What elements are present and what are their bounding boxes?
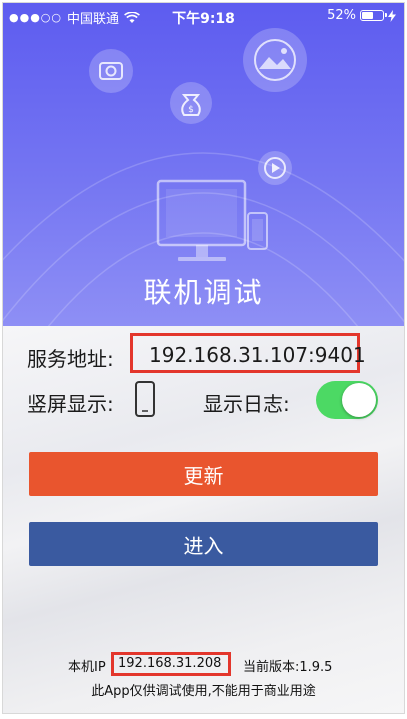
play-icon xyxy=(258,151,292,185)
monitor-icon xyxy=(156,179,247,261)
server-address-label: 服务地址: xyxy=(27,347,114,371)
camera-icon xyxy=(89,49,133,93)
battery-percent: 52% xyxy=(327,8,356,23)
server-address-value[interactable]: 192.168.31.107:9401 xyxy=(149,343,366,367)
update-button[interactable]: 更新 xyxy=(29,452,378,496)
app-screen: $ 联机调试 ●●●○○ 中国联通 下午9:18 52% 服务地址: 192.1… xyxy=(3,3,404,713)
money-bag-icon: $ xyxy=(170,82,212,124)
show-log-label: 显示日志: xyxy=(203,392,290,416)
mobile-icon xyxy=(247,212,268,250)
portrait-mode-label: 竖屏显示: xyxy=(27,392,114,416)
enter-button[interactable]: 进入 xyxy=(29,522,378,566)
local-ip-value: 192.168.31.208 xyxy=(118,656,222,671)
battery-icon xyxy=(360,10,387,21)
svg-text:$: $ xyxy=(188,105,194,115)
usage-notice: 此App仅供调试使用,不能用于商业用途 xyxy=(91,684,316,699)
portrait-phone-icon[interactable] xyxy=(134,380,156,418)
status-bar: ●●●○○ 中国联通 下午9:18 52% xyxy=(3,3,404,29)
local-ip-label: 本机IP xyxy=(68,660,106,675)
charging-bolt-icon xyxy=(388,9,396,22)
page-title: 联机调试 xyxy=(143,276,264,309)
toggle-knob xyxy=(342,383,376,417)
picture-icon xyxy=(243,28,307,92)
header-banner: $ 联机调试 xyxy=(3,3,404,326)
version-text: 当前版本:1.9.5 xyxy=(243,660,333,675)
show-log-toggle[interactable] xyxy=(316,381,378,419)
